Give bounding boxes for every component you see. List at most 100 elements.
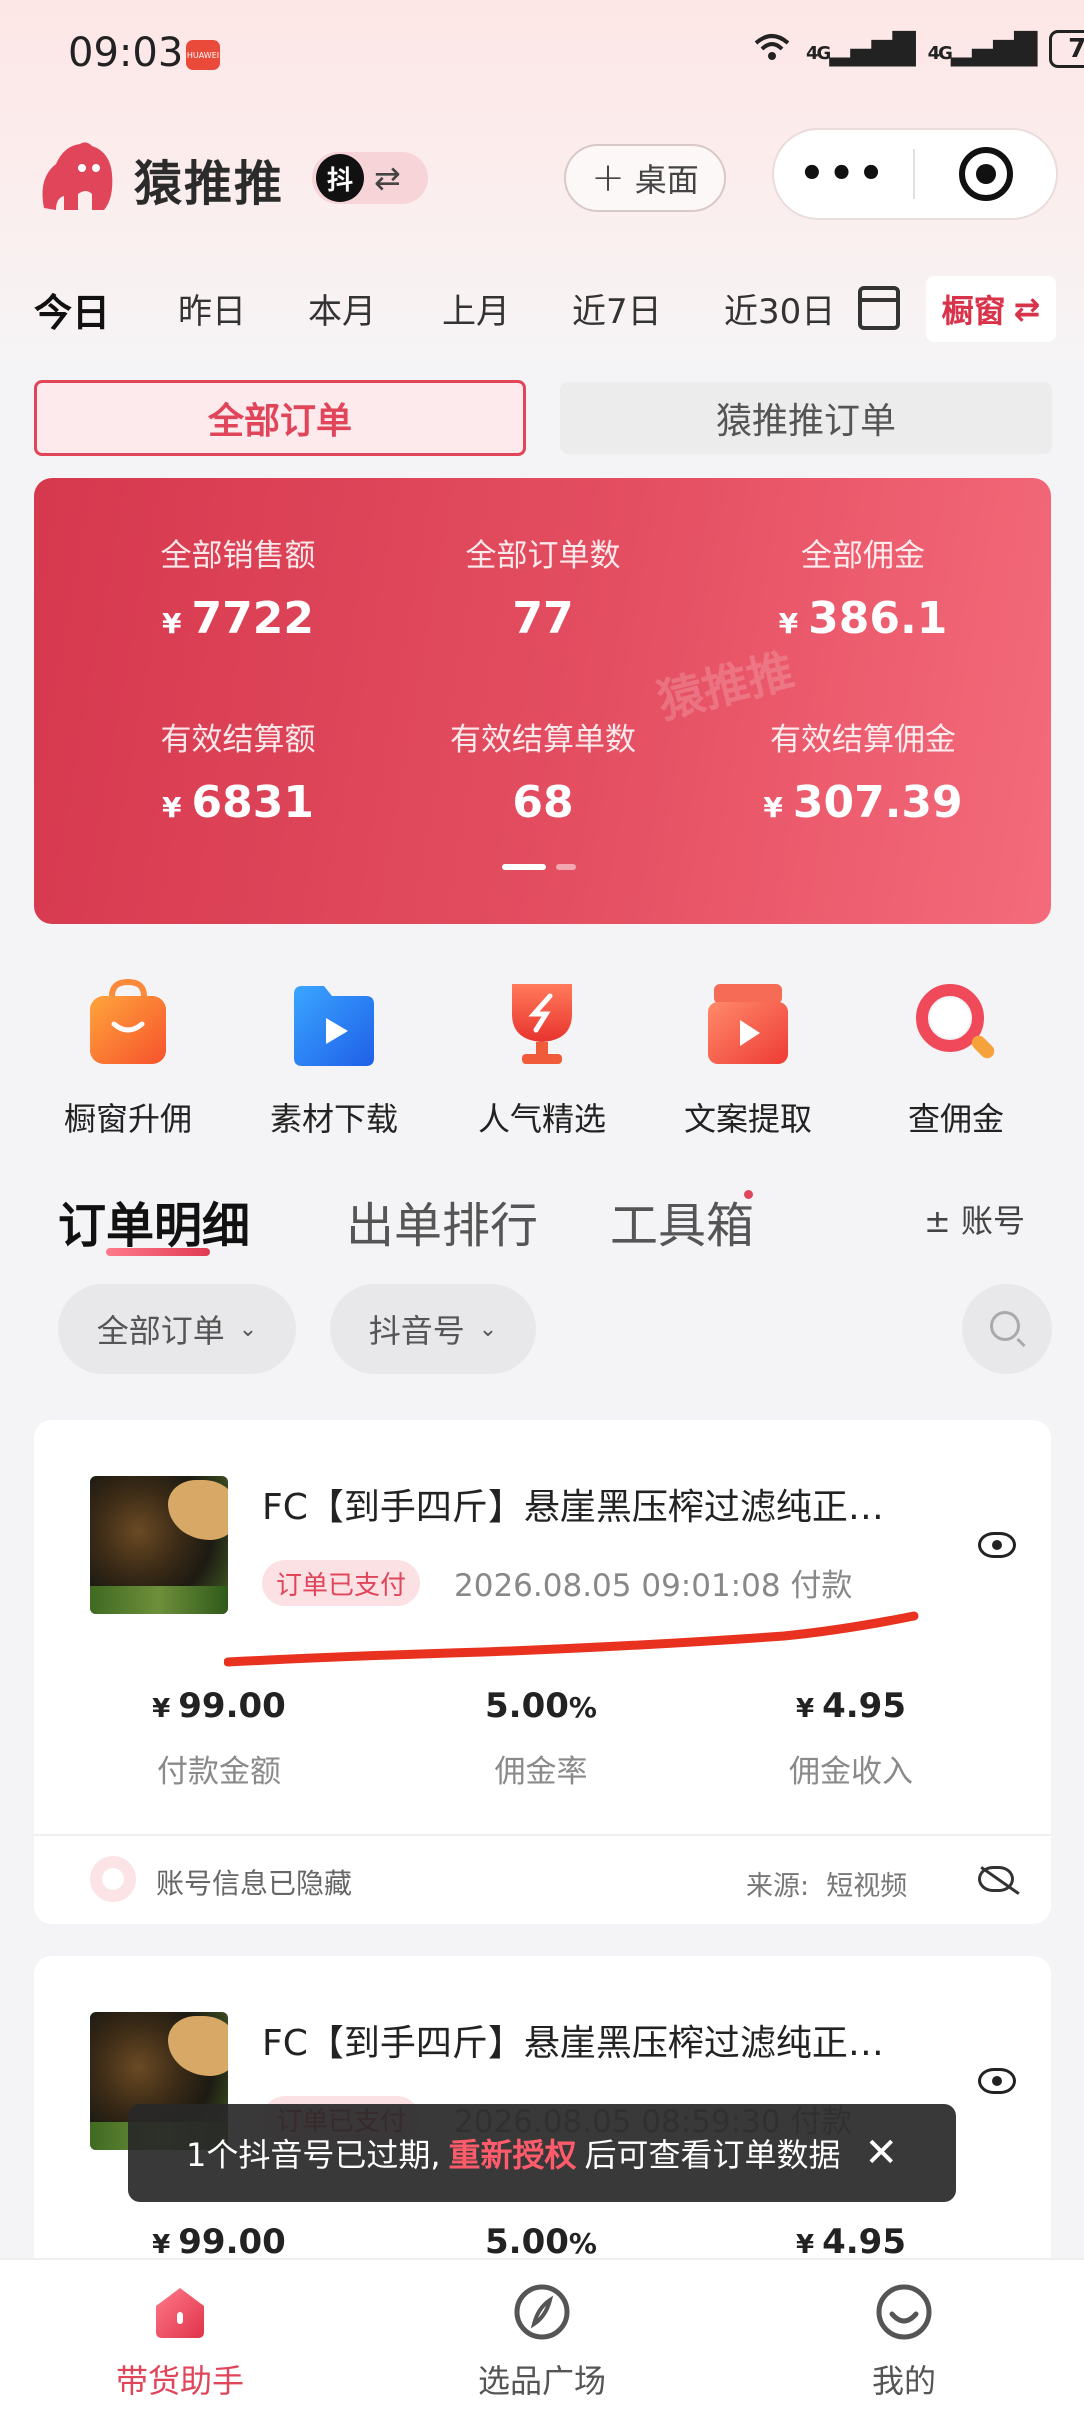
status-indicators: 4G▂▄▆█ 4G▂▄▆█ 74 [752, 30, 1084, 68]
stat-label: 有效结算单数 [450, 722, 636, 758]
signal-icon-2: 4G▂▄▆█ [927, 31, 1038, 67]
desktop-label: 桌面 [634, 161, 699, 199]
tab-toolbox[interactable]: 工具箱 [610, 1186, 754, 1256]
battery-indicator: 74 [1049, 30, 1084, 68]
quick-action-material-download[interactable]: 素材下载 [254, 978, 414, 1140]
stat-label: 全部订单数 [465, 538, 621, 574]
percent-sign: % [568, 2227, 597, 2260]
target-icon [958, 147, 1013, 201]
source-label: 来源: [746, 1871, 810, 1902]
tab-last-month[interactable]: 上月 [442, 284, 510, 333]
currency-symbol: ¥ [796, 2230, 815, 2260]
toast-suffix: 后可查看订单数据 [584, 2136, 841, 2174]
order-type-filter[interactable]: 全部订单 ⌄ [58, 1284, 296, 1374]
tab-yesterday[interactable]: 昨日 [178, 284, 246, 333]
search-icon [990, 1311, 1020, 1341]
close-icon[interactable]: ✕ [865, 2130, 899, 2176]
segment-yuan-orders[interactable]: 猿推推订单 [560, 382, 1052, 454]
add-to-desktop-button[interactable]: + 桌面 [564, 144, 726, 212]
platform-switch-chip[interactable]: 抖 ⇄ [312, 152, 428, 204]
reauthorize-link[interactable]: 重新授权 [449, 2130, 577, 2176]
tab-order-details[interactable]: 订单明细 [58, 1186, 250, 1256]
magnifier-icon [912, 978, 1000, 1070]
eye-icon[interactable] [978, 2068, 1016, 2094]
swap-icon: ⇄ [374, 159, 401, 197]
product-thumbnail [90, 1476, 228, 1614]
nav-profile[interactable]: 我的 [774, 2282, 1034, 2402]
metric-value: 4.95 [822, 1686, 906, 1726]
tab-today[interactable]: 今日 [34, 282, 110, 337]
metric-label: 付款金额 [157, 1754, 281, 1790]
stat-total-orders: 全部订单数 77 [374, 530, 712, 644]
account-filter[interactable]: 抖音号 ⌄ [330, 1284, 536, 1374]
tab-last-30-days[interactable]: 近30日 [724, 284, 835, 333]
quick-action-popular-picks[interactable]: 人气精选 [462, 978, 622, 1140]
percent-sign: % [568, 1691, 597, 1724]
bottom-navigation: 带货助手 选品广场 我的 [0, 2258, 1084, 2412]
stats-card[interactable]: 猿推推 全部销售额 ¥7722 全部订单数 77 全部佣金 ¥386.1 有效结… [34, 478, 1051, 924]
stat-valid-settled-amount: 有效结算额 ¥6831 [69, 714, 407, 828]
metric-value: 99.00 [178, 1686, 286, 1726]
chevron-down-icon: ⌄ [478, 1316, 498, 1342]
stat-label: 有效结算佣金 [770, 722, 956, 758]
mini-program-capsule: ••• [772, 128, 1058, 220]
shopping-bag-icon [84, 978, 172, 1070]
swap-icon: ⇄ [1013, 290, 1041, 328]
eye-slash-icon[interactable] [978, 1866, 1014, 1892]
currency-symbol: ¥ [778, 607, 799, 640]
chevron-down-icon: ⌄ [238, 1316, 258, 1342]
eye-icon[interactable] [978, 1532, 1016, 1558]
metric-value: 4.95 [822, 2222, 906, 2262]
account-hidden-text: 账号信息已隐藏 [156, 1867, 353, 1900]
metric-value: 99.00 [178, 2222, 286, 2262]
currency-symbol: ¥ [152, 1694, 171, 1724]
calendar-icon[interactable] [858, 286, 900, 330]
metric-commission-income: ¥4.95 佣金收入 [696, 1686, 1006, 1791]
tab-order-ranking[interactable]: 出单排行 [346, 1186, 538, 1256]
search-button[interactable] [962, 1284, 1052, 1374]
nav-product-square[interactable]: 选品广场 [412, 2282, 672, 2402]
account-button[interactable]: ± 账号 [924, 1196, 1025, 1242]
metric-value: 5.00 [485, 2222, 569, 2262]
toast-prefix: 1个抖音号已过期, [185, 2136, 441, 2174]
metric-pay-amount: ¥99.00 付款金额 [64, 1686, 374, 1791]
quick-action-copy-extract[interactable]: 文案提取 [668, 978, 828, 1140]
app-name: 猿推推 [134, 156, 285, 212]
video-folder-icon [290, 978, 378, 1070]
nav-sales-assistant[interactable]: 带货助手 [50, 2282, 310, 2402]
compass-icon [512, 2282, 572, 2342]
filter-label: 全部订单 [96, 1312, 225, 1350]
currency-symbol: ¥ [152, 2230, 171, 2260]
stat-label: 全部佣金 [801, 538, 925, 574]
tab-last-7-days[interactable]: 近7日 [572, 284, 662, 333]
metric-commission-rate: 5.00% [386, 2222, 696, 2262]
stat-value: 386.1 [808, 593, 948, 644]
app-logo-icon [34, 138, 116, 216]
quick-action-label: 橱窗升佣 [63, 1100, 192, 1138]
close-mini-program-button[interactable] [915, 147, 1056, 201]
plus-icon: + [591, 155, 625, 201]
active-tab-indicator [106, 1248, 210, 1256]
video-text-icon [704, 978, 792, 1070]
source-value: 短视频 [826, 1871, 908, 1902]
source-info: 来源: 短视频 [746, 1864, 907, 1903]
metric-pay-amount: ¥99.00 [64, 2222, 374, 2262]
stat-total-commission: 全部佣金 ¥386.1 [694, 530, 1032, 644]
card-divider [34, 1834, 1051, 1836]
quick-action-check-commission[interactable]: 查佣金 [876, 978, 1036, 1140]
metric-label: 佣金收入 [789, 1754, 913, 1790]
segment-all-orders[interactable]: 全部订单 [34, 380, 526, 456]
product-title: FC【到手四斤】悬崖黑压榨过滤纯正… [262, 2023, 884, 2064]
metric-commission-income: ¥4.95 [696, 2222, 1006, 2262]
stat-value: 7722 [191, 593, 314, 644]
quick-action-showcase-boost[interactable]: 橱窗升佣 [48, 978, 208, 1140]
expired-account-toast: 1个抖音号已过期, 重新授权 后可查看订单数据 ✕ [128, 2104, 956, 2202]
showcase-switch-button[interactable]: 橱窗 ⇄ [926, 276, 1056, 342]
filter-label: 抖音号 [368, 1312, 465, 1350]
network-type: 4G [806, 42, 831, 64]
trophy-icon [498, 978, 586, 1070]
stat-valid-settled-commission: 有效结算佣金 ¥307.39 [694, 714, 1032, 828]
wifi-icon [752, 31, 792, 67]
tab-this-month[interactable]: 本月 [308, 284, 376, 333]
more-menu-button[interactable]: ••• [774, 151, 913, 197]
